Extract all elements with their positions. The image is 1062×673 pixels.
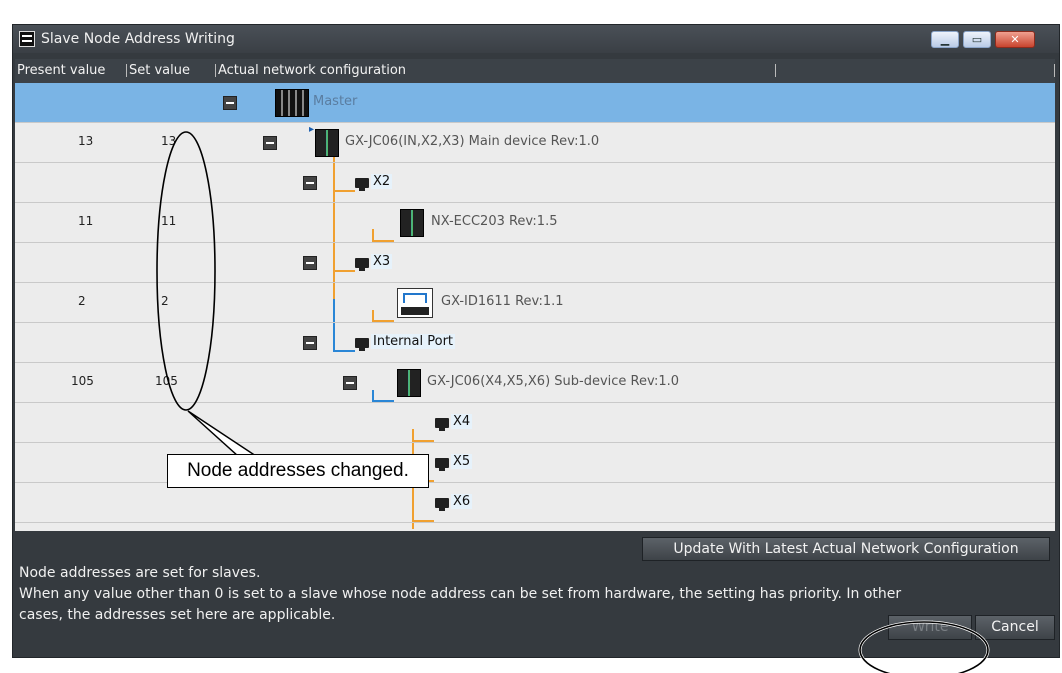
callout-note: Node addresses changed. (167, 454, 429, 488)
set-value-highlight-ellipse (156, 131, 216, 411)
callout-pointer (187, 410, 259, 457)
annotation-overlay (156, 131, 990, 673)
write-button-highlight-ellipse (859, 621, 989, 673)
